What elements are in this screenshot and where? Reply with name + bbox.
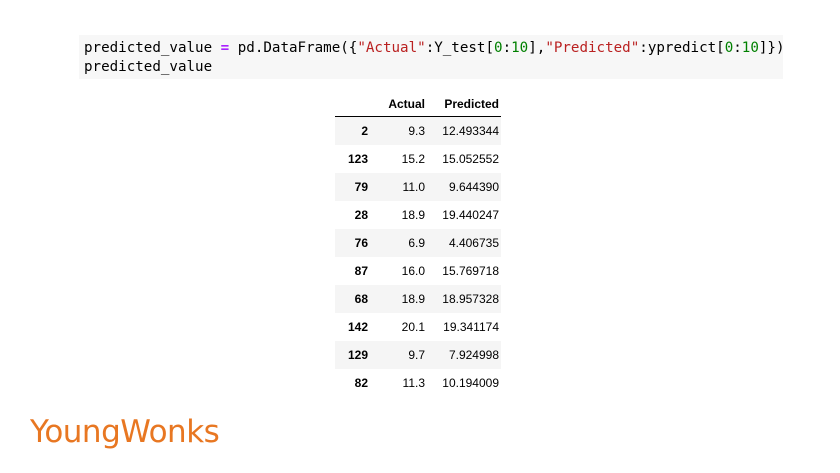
cell-predicted: 12.493344 (442, 124, 499, 138)
table-row: 87 16.0 15.769718 (335, 257, 501, 285)
dataframe-table: Actual Predicted 2 9.3 12.493344 123 15.2 15.… (335, 91, 501, 397)
code-line-1: predicted_value = pd.DataFrame({"Actual"… (84, 39, 785, 58)
cell-predicted: 18.957328 (442, 292, 499, 306)
table-body: 2 9.3 12.493344 123 15.2 15.052552 79 11.0 9.644… (335, 116, 501, 398)
row-index: 82 (354, 376, 368, 390)
row-index: 79 (354, 180, 368, 194)
column-header-predicted: Predicted (425, 91, 501, 117)
table-row: 142 20.1 19.341174 (335, 313, 501, 341)
table-header-row: Actual Predicted (335, 91, 501, 117)
row-index: 68 (354, 292, 368, 306)
row-index: 129 (347, 348, 368, 362)
code-token-number: 0 (724, 40, 734, 56)
table-row: 123 15.2 15.052552 (335, 145, 501, 173)
code-token: :Y_test[ (425, 40, 495, 56)
table-row: 79 11.0 9.644390 (335, 173, 501, 201)
cell-predicted: 19.440247 (442, 208, 499, 222)
code-cell[interactable]: predicted_value = pd.DataFrame({"Actual"… (79, 35, 785, 79)
cell-predicted: 7.924998 (448, 348, 499, 362)
table-row: 129 9.7 7.924998 (335, 341, 501, 369)
cell-actual: 11.0 (402, 180, 425, 194)
code-line-2: predicted_value (84, 59, 213, 75)
cell-predicted: 10.194009 (442, 376, 499, 390)
cell-actual: 16.0 (401, 264, 425, 278)
cell-actual: 6.9 (408, 236, 425, 250)
cell-predicted: 19.341174 (443, 320, 499, 334)
table-row: 82 11.3 10.194009 (335, 369, 501, 397)
row-index: 28 (354, 208, 368, 222)
row-index: 87 (354, 264, 368, 278)
code-token-number: 10 (511, 40, 529, 56)
cell-predicted: 15.769718 (442, 264, 499, 278)
table-row: 76 6.9 4.406735 (335, 229, 501, 257)
code-token: :ypredict[ (639, 40, 725, 56)
code-token: ]}) (758, 40, 785, 56)
cell-actual: 9.3 (408, 124, 425, 138)
cell-actual: 20.1 (401, 320, 425, 334)
cell-predicted: 9.644390 (448, 180, 499, 194)
cell-actual: 18.9 (401, 208, 425, 222)
row-index: 2 (361, 124, 368, 138)
code-token-string: "Predicted" (545, 40, 640, 56)
row-index: 142 (347, 320, 368, 334)
code-token-string: "Actual" (357, 40, 426, 56)
code-token-operator: = (220, 40, 230, 56)
code-token: : (502, 40, 512, 56)
code-token: pd.DataFrame({ (229, 40, 358, 56)
table-row: 68 18.9 18.957328 (335, 285, 501, 313)
youngwonks-logo: YoungWonks (30, 414, 220, 450)
code-token: ], (528, 40, 546, 56)
cell-actual: 11.3 (402, 376, 425, 390)
code-token: predicted_value (84, 40, 221, 56)
code-token-number: 0 (494, 40, 503, 56)
row-index: 123 (347, 152, 368, 166)
cell-predicted: 4.406735 (448, 236, 499, 250)
code-token-number: 10 (741, 40, 759, 56)
column-header-index (335, 91, 370, 117)
table-row: 28 18.9 19.440247 (335, 201, 501, 229)
cell-actual: 15.2 (401, 152, 425, 166)
cell-predicted: 15.052552 (442, 152, 499, 166)
code-token: : (733, 40, 742, 56)
row-index: 76 (354, 236, 368, 250)
cell-actual: 18.9 (401, 292, 425, 306)
cell-actual: 9.7 (408, 348, 425, 362)
column-header-actual: Actual (370, 91, 425, 117)
table-row: 2 9.3 12.493344 (335, 116, 501, 145)
